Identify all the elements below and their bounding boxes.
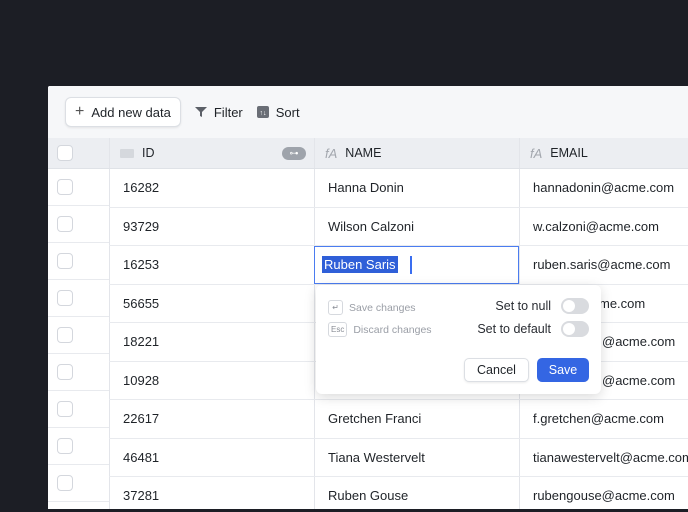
row-checkbox[interactable] (57, 327, 73, 343)
id-cell[interactable]: 22617 (109, 400, 314, 438)
filter-button[interactable]: Filter (194, 105, 243, 120)
name-cell[interactable]: Ruben Gouse (314, 477, 519, 509)
save-hint: ↵ Save changes (328, 300, 416, 315)
column-header-email[interactable]: fA EMAIL (519, 138, 688, 168)
table-row: 46481 Tiana Westervelt tianawestervelt@acm… (109, 438, 688, 477)
email-cell[interactable]: w.calzoni@acme.com (519, 207, 688, 245)
email-cell[interactable]: f.gretchen@acme.com (519, 400, 688, 438)
row-checkbox[interactable] (57, 438, 73, 454)
number-field-icon (120, 148, 134, 158)
enter-key-icon: ↵ (328, 300, 343, 315)
id-cell[interactable]: 10928 (109, 361, 314, 399)
save-button[interactable]: Save (537, 358, 589, 382)
text-field-icon: fA (325, 145, 338, 161)
cell-edit-popover: ↵ Save changes Esc Discard changes Set to … (316, 285, 601, 394)
header-row: ID ⊶ fA NAME fA EMAIL (109, 138, 688, 169)
key-icon: ⊶ (282, 147, 306, 160)
text-cursor (409, 255, 412, 274)
text-field-icon: fA (530, 145, 543, 161)
table-row: 93729 Wilson Calzoni w.calzoni@acme.com (109, 207, 688, 246)
id-cell[interactable]: 93729 (109, 207, 314, 245)
name-cell-editing[interactable]: Ruben Saris (314, 246, 519, 284)
column-header-id[interactable]: ID ⊶ (109, 138, 314, 168)
plus-icon: + (75, 103, 85, 120)
row-checkbox[interactable] (57, 401, 73, 417)
discard-hint: Esc Discard changes (328, 322, 432, 337)
row-checkbox[interactable] (57, 475, 73, 491)
set-to-null-toggle[interactable] (561, 298, 589, 314)
table-row: 16282 Hanna Donin hannadonin@acme.com (109, 169, 688, 208)
id-cell[interactable]: 37281 (109, 477, 314, 509)
email-cell[interactable]: tianawestervelt@acme.com (519, 438, 688, 476)
id-cell[interactable]: 16282 (109, 169, 314, 207)
select-column (48, 138, 109, 502)
table-row: 16253 Ruben Saris ruben.saris@acme.com (109, 246, 688, 285)
set-to-default-toggle[interactable] (561, 321, 589, 337)
email-cell[interactable]: hannadonin@acme.com (519, 169, 688, 207)
id-cell[interactable]: 46481 (109, 438, 314, 476)
filter-icon (194, 107, 207, 117)
id-cell[interactable]: 18221 (109, 323, 314, 361)
svg-text:↑↓: ↑↓ (259, 110, 266, 117)
row-checkbox[interactable] (57, 179, 73, 195)
select-all-checkbox[interactable] (57, 145, 73, 161)
id-cell[interactable]: 16253 (109, 246, 314, 284)
id-cell[interactable]: 56655 (109, 284, 314, 322)
cancel-button[interactable]: Cancel (464, 358, 529, 382)
row-checkbox[interactable] (57, 253, 73, 269)
name-cell[interactable]: Wilson Calzoni (314, 207, 519, 245)
sort-icon: ↑↓ (256, 106, 269, 118)
email-cell[interactable]: ruben.saris@acme.com (519, 246, 688, 284)
row-checkbox[interactable] (57, 216, 73, 232)
email-cell[interactable]: rubengouse@acme.com (519, 477, 688, 509)
esc-key-icon: Esc (328, 322, 348, 337)
table-row: 22617 Gretchen Franci f.gretchen@acme.com (109, 400, 688, 439)
add-new-data-button[interactable]: + Add new data (65, 97, 181, 127)
row-checkbox[interactable] (57, 290, 73, 306)
sort-button[interactable]: ↑↓ Sort (256, 105, 300, 120)
table-row: 37281 Ruben Gouse rubengouse@acme.com (109, 477, 688, 509)
name-cell[interactable]: Tiana Westervelt (314, 438, 519, 476)
column-header-name[interactable]: fA NAME (314, 138, 519, 168)
name-cell[interactable]: Gretchen Franci (314, 400, 519, 438)
toolbar: + Add new data Filter ↑↓ Sort (48, 86, 688, 138)
name-cell[interactable]: Hanna Donin (314, 169, 519, 207)
row-checkbox[interactable] (57, 364, 73, 380)
